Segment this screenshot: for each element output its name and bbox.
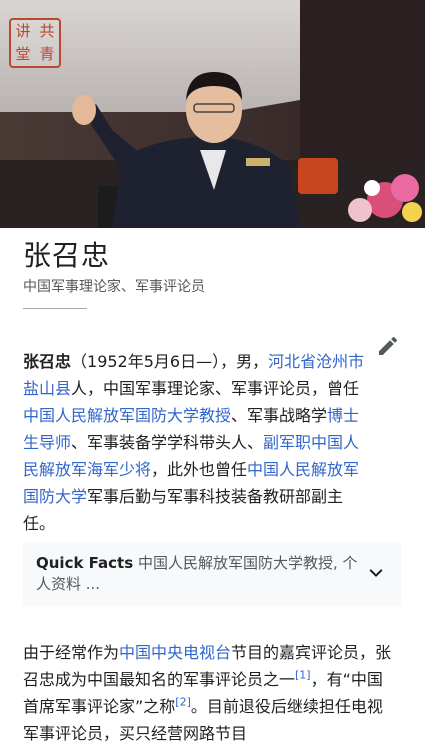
text-run: 人，中国军事理论家、军事评论员，曾任 (71, 379, 360, 398)
title-divider (23, 308, 87, 309)
subject-name: 张召忠 (23, 352, 72, 371)
text-run: 、军事战略学 (231, 406, 328, 425)
pencil-icon[interactable] (376, 334, 400, 358)
page-description: 中国军事理论家、军事评论员 (23, 279, 205, 295)
page-title: 张召忠 (23, 239, 111, 272)
link-yanshan[interactable]: 盐山县 (23, 379, 71, 398)
lead-photo-illustration (0, 0, 425, 228)
quick-facts-label: Quick Facts (36, 554, 134, 572)
article-lead-image[interactable]: 讲 共 堂 青 (0, 0, 425, 228)
quick-facts-toggle[interactable]: Quick Facts 中国人民解放军国防大学教授, 个人资料 ... (23, 542, 401, 606)
chevron-down-icon[interactable] (367, 564, 385, 582)
text-run: 由于经常作为 (23, 643, 120, 662)
reference-2[interactable]: [2] (175, 696, 191, 709)
quick-facts-summary: Quick Facts 中国人民解放军国防大学教授, 个人资料 ... (36, 553, 359, 595)
link-rank[interactable]: 副军职 (263, 433, 311, 452)
second-paragraph: 由于经常作为中国中央电视台节目的嘉宾评论员，张召忠成为中国最知名的军事评论员之一… (23, 639, 393, 747)
logo-char: 青 (39, 45, 55, 63)
logo-char: 讲 (15, 22, 31, 40)
logo-char: 共 (39, 22, 55, 40)
text-run: （1952年5月6日—），男， (71, 352, 269, 371)
article-content: 张召忠 中国军事理论家、军事评论员 张召忠（1952年5月6日—），男，河北省沧… (0, 228, 425, 743)
link-ndu-professor[interactable]: 中国人民解放军国防大学教授 (23, 406, 231, 425)
intro-paragraph: 张召忠（1952年5月6日—），男，河北省沧州市盐山县人，中国军事理论家、军事评… (23, 348, 373, 537)
text-run: ，此外也曾任 (151, 460, 248, 479)
link-cctv[interactable]: 中国中央电视台 (119, 643, 231, 662)
link-hebei[interactable]: 河北省 (268, 352, 316, 371)
link-cangzhou[interactable]: 沧州市 (316, 352, 364, 371)
reference-1[interactable]: [1] (295, 669, 311, 682)
lecture-hall-logo: 讲 共 堂 青 (9, 18, 61, 68)
text-run: 、军事装备学学科带头人、 (71, 433, 264, 452)
logo-char: 堂 (15, 45, 31, 63)
